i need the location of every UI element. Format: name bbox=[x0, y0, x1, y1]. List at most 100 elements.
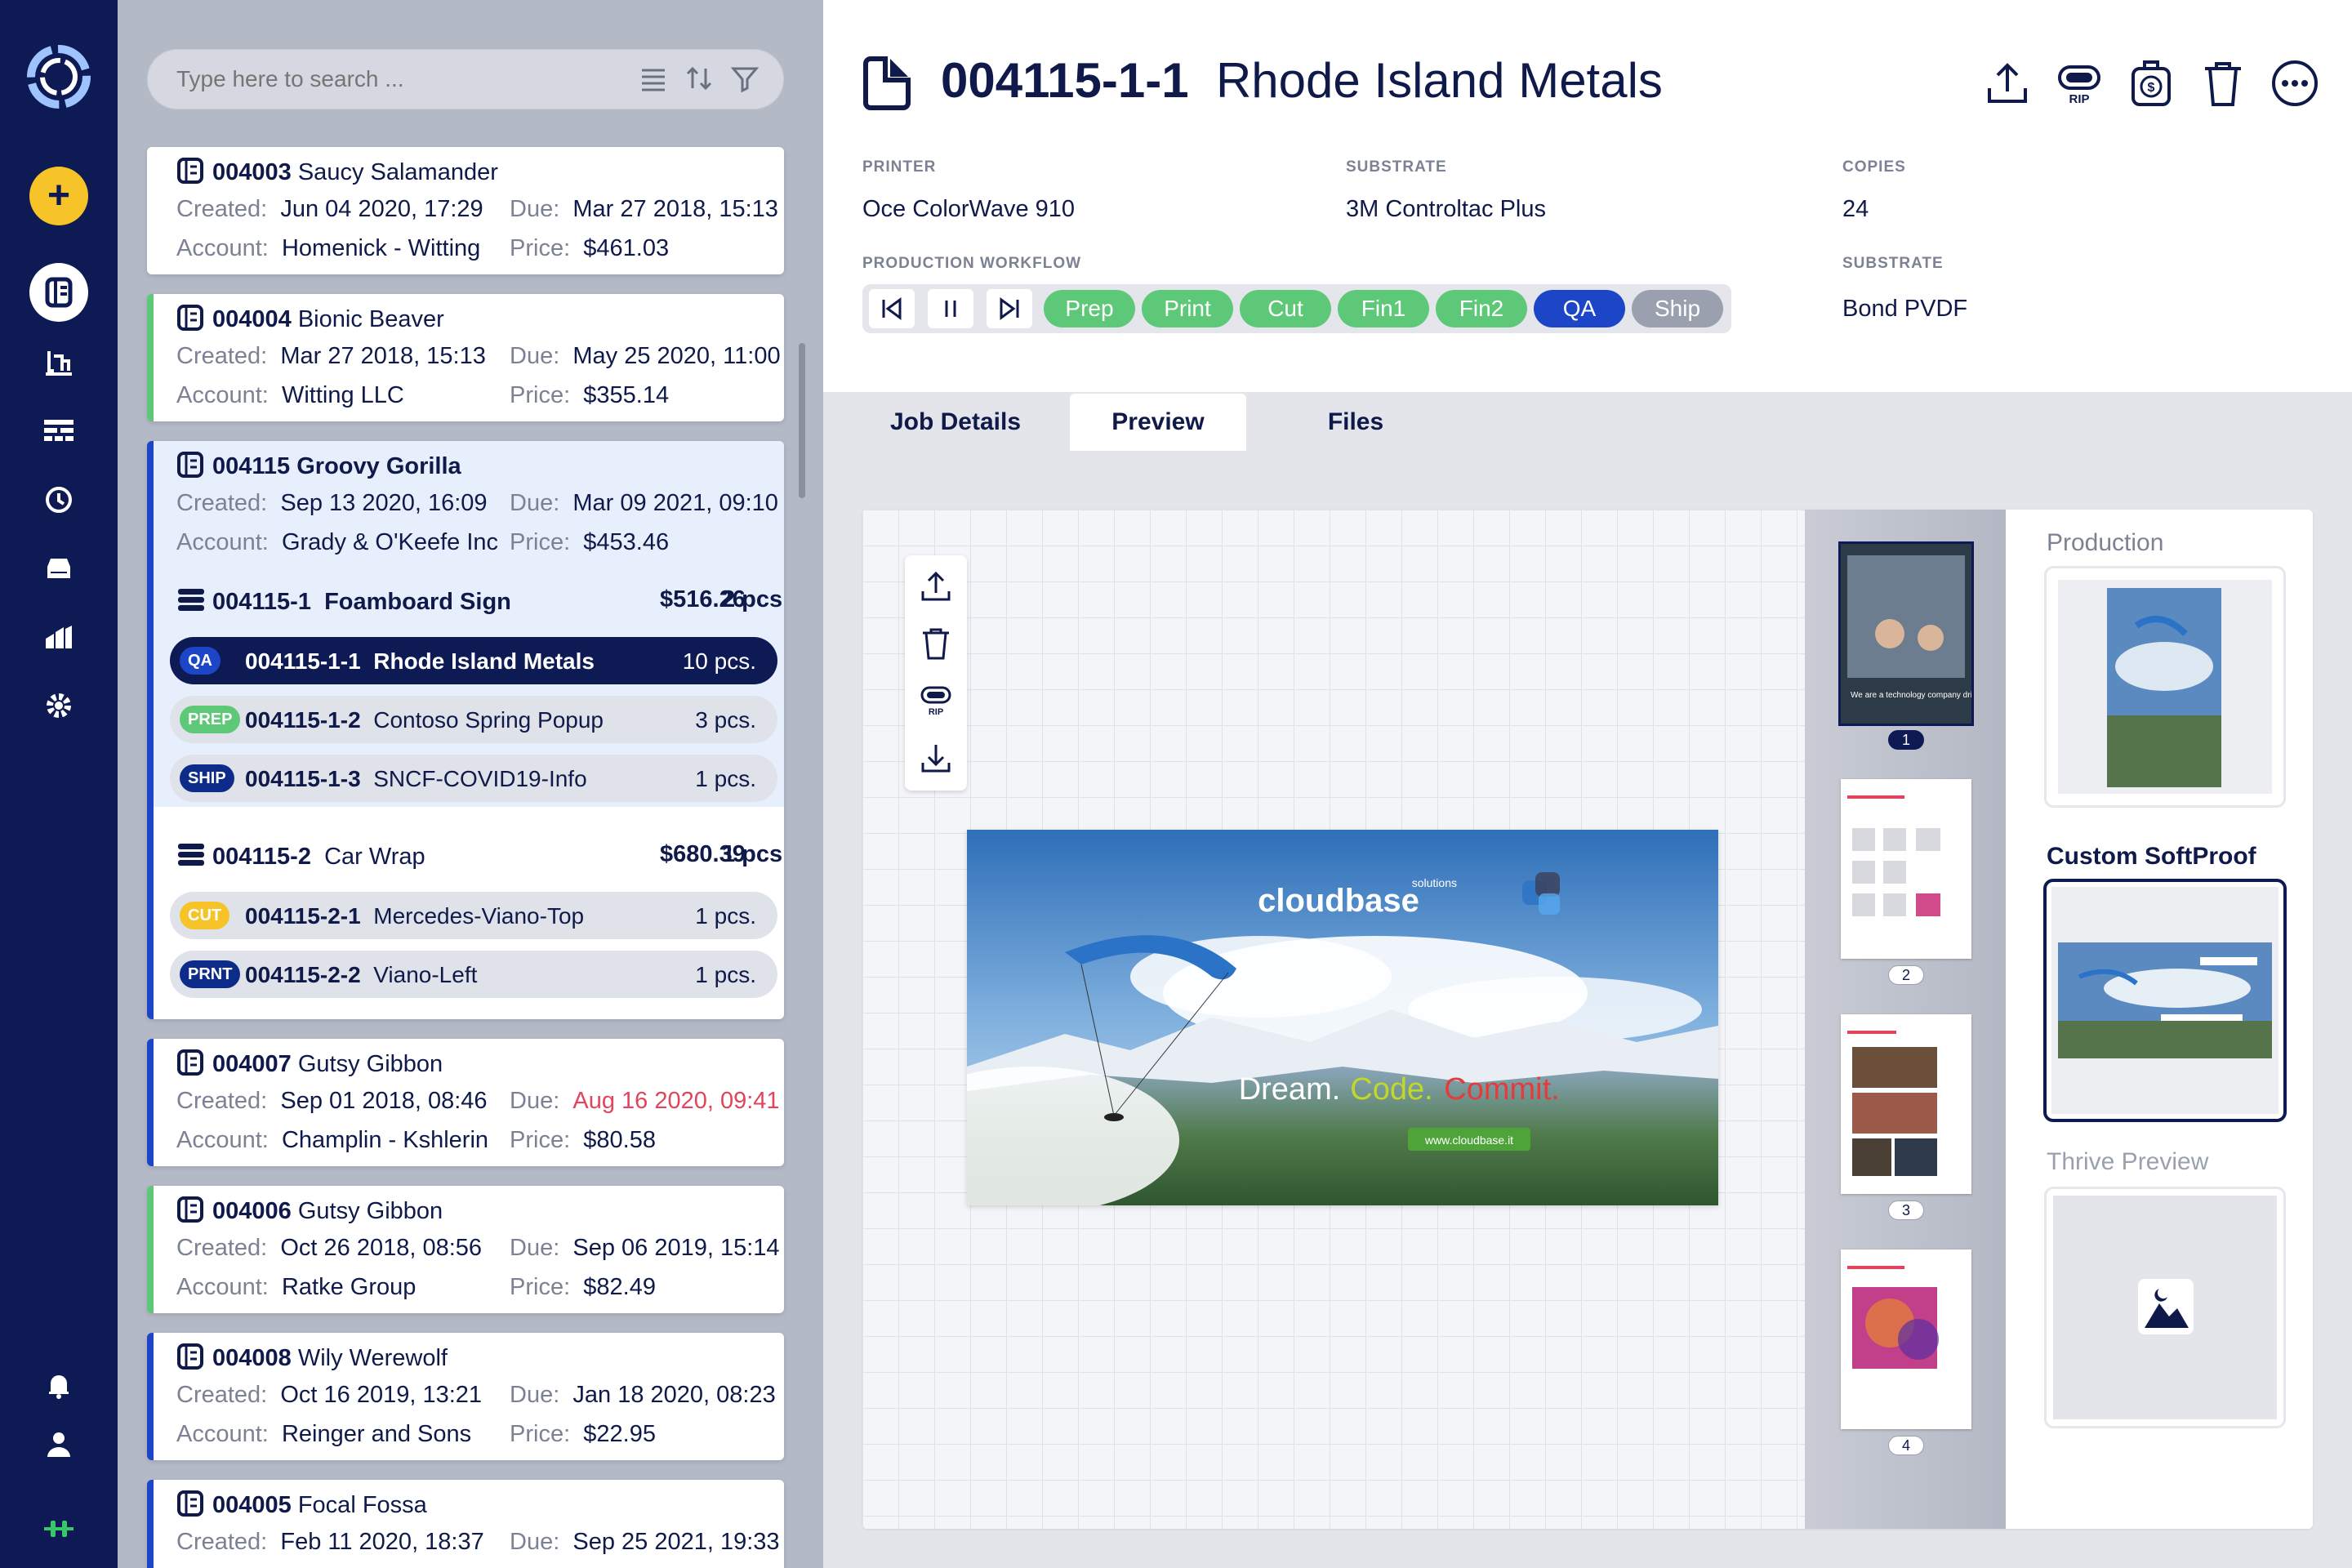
copies-value: 24 bbox=[1842, 196, 1869, 222]
upload-icon[interactable] bbox=[918, 568, 954, 604]
svg-text:$: $ bbox=[2148, 81, 2155, 95]
job-icon bbox=[177, 452, 203, 478]
step-cut[interactable]: Cut bbox=[1240, 290, 1331, 327]
job-name: Gutsy Gibbon bbox=[297, 1198, 443, 1224]
job-icon bbox=[177, 1490, 203, 1517]
job-card[interactable]: 004008 Wily Werewolf Created: Oct 16 201… bbox=[147, 1333, 784, 1460]
tab-files[interactable]: Files bbox=[1274, 394, 1437, 451]
price-icon[interactable]: $ bbox=[2127, 59, 2176, 108]
due-value: May 25 2020, 11:00 bbox=[572, 343, 781, 369]
price-label: Price: bbox=[510, 235, 571, 261]
item-row-selected[interactable]: QA 004115-1-1 Rhode Island Metals 10 pcs… bbox=[170, 637, 777, 684]
banner-brand: cloudbase bbox=[1258, 883, 1419, 919]
canvas-toolbar: RIP bbox=[905, 555, 967, 791]
add-job-button[interactable]: + bbox=[29, 167, 88, 225]
status-badge: PRNT bbox=[180, 960, 241, 988]
tab-job-details[interactable]: Job Details bbox=[882, 394, 1029, 451]
jobs-nav-icon[interactable] bbox=[29, 263, 88, 322]
job-icon bbox=[177, 1196, 203, 1223]
sync-logo-icon[interactable] bbox=[20, 38, 98, 116]
filter-icon[interactable] bbox=[730, 64, 760, 93]
storage-nav-icon[interactable] bbox=[33, 542, 85, 595]
dashboard-nav-icon[interactable] bbox=[33, 405, 85, 457]
list-scrollbar[interactable] bbox=[799, 343, 805, 498]
thrive-preview[interactable] bbox=[2047, 1189, 2283, 1426]
preview-variants: Production Custom SoftProof Thrive Previ… bbox=[2006, 510, 2313, 1529]
rip-label: RIP bbox=[2069, 92, 2089, 106]
item-qty: 1 pcs. bbox=[695, 903, 756, 929]
tab-preview[interactable]: Preview bbox=[1070, 394, 1246, 451]
page-number-2: 2 bbox=[1888, 965, 1924, 985]
skip-back-button[interactable] bbox=[869, 289, 915, 328]
thumb1-caption: We are a technology company driven by pe… bbox=[1851, 691, 1971, 700]
created-label: Created: bbox=[176, 196, 268, 222]
rip-icon[interactable]: RIP bbox=[2055, 59, 2104, 108]
item-id: 004115-2-1 bbox=[245, 903, 361, 929]
pause-button[interactable] bbox=[928, 289, 973, 328]
item-id: 004115-2-2 bbox=[245, 962, 361, 987]
settings-gear-icon[interactable] bbox=[33, 679, 85, 732]
substrate-label: SUBSTRATE bbox=[1346, 158, 1447, 176]
banner-brand-sub: solutions bbox=[1412, 876, 1457, 889]
job-card[interactable]: 004005 Focal Fossa Created: Feb 11 2020,… bbox=[147, 1480, 784, 1568]
brand-logo-icon bbox=[33, 1503, 85, 1555]
step-qa[interactable]: QA bbox=[1534, 290, 1625, 327]
sort-icon[interactable] bbox=[684, 64, 714, 93]
list-view-icon[interactable] bbox=[639, 64, 668, 93]
job-id: 004007 bbox=[212, 1051, 292, 1077]
due-value: Jan 18 2020, 08:23 bbox=[572, 1382, 776, 1408]
upload-icon[interactable] bbox=[1983, 59, 2032, 108]
account-value: Witting LLC bbox=[281, 382, 404, 408]
printers-nav-icon[interactable] bbox=[33, 336, 85, 389]
due-label: Due: bbox=[510, 1088, 560, 1114]
item-row[interactable]: PREP 004115-1-2 Contoso Spring Popup 3 p… bbox=[170, 696, 777, 743]
created-value: Sep 01 2018, 08:46 bbox=[280, 1088, 488, 1114]
job-card[interactable]: 004006 Gutsy Gibbon Created: Oct 26 2018… bbox=[147, 1186, 784, 1313]
delete-icon[interactable] bbox=[2198, 59, 2247, 108]
created-value: Mar 27 2018, 15:13 bbox=[280, 343, 486, 369]
item-row[interactable]: CUT 004115-2-1 Mercedes-Viano-Top 1 pcs. bbox=[170, 892, 777, 939]
delete-icon[interactable] bbox=[918, 626, 954, 662]
due-label: Due: bbox=[510, 490, 560, 516]
item-row[interactable]: PRNT 004115-2-2 Viano-Left 1 pcs. bbox=[170, 951, 777, 998]
account-label: Account: bbox=[176, 235, 269, 261]
custom-softproof-preview[interactable] bbox=[2047, 882, 2283, 1119]
due-label: Due: bbox=[510, 1382, 560, 1408]
notifications-bell-icon[interactable] bbox=[33, 1359, 85, 1411]
skip-forward-button[interactable] bbox=[987, 289, 1032, 328]
profile-user-icon[interactable] bbox=[33, 1418, 85, 1470]
item-row[interactable]: SHIP 004115-1-3 SNCF-COVID19-Info 1 pcs. bbox=[170, 755, 777, 802]
step-prep[interactable]: Prep bbox=[1044, 290, 1135, 327]
job-id: 004008 bbox=[212, 1345, 292, 1371]
job-id: 004003 bbox=[212, 159, 292, 185]
page-number-1: 1 bbox=[1888, 730, 1924, 750]
page-thumb-3[interactable] bbox=[1841, 1014, 1971, 1194]
page-thumb-4[interactable] bbox=[1841, 1250, 1971, 1429]
download-icon[interactable] bbox=[918, 740, 954, 776]
subjob-name: Foamboard Sign bbox=[324, 589, 511, 615]
search-input[interactable] bbox=[175, 49, 616, 109]
account-value: Homenick - Witting bbox=[281, 235, 481, 261]
status-badge: SHIP bbox=[180, 764, 234, 792]
production-preview[interactable] bbox=[2047, 568, 2283, 805]
reports-nav-icon[interactable] bbox=[33, 611, 85, 663]
step-fin2[interactable]: Fin2 bbox=[1436, 290, 1527, 327]
job-card[interactable]: 004004 Bionic Beaver Created: Mar 27 201… bbox=[147, 294, 784, 421]
created-value: Sep 13 2020, 16:09 bbox=[280, 490, 488, 516]
more-icon[interactable] bbox=[2270, 59, 2319, 108]
price-label: Price: bbox=[510, 1274, 571, 1300]
page-thumb-2[interactable] bbox=[1841, 779, 1971, 959]
step-print[interactable]: Print bbox=[1142, 290, 1233, 327]
job-card[interactable]: 004003 Saucy Salamander Created: Jun 04 … bbox=[147, 147, 784, 274]
preview-canvas[interactable]: RIP cloudbase solutions Dream. Code. Com… bbox=[862, 510, 1805, 1529]
step-ship[interactable]: Ship bbox=[1632, 290, 1723, 327]
created-value: Jun 04 2020, 17:29 bbox=[280, 196, 483, 222]
job-card-selected[interactable]: 004115 Groovy Gorilla Created: Sep 13 20… bbox=[154, 441, 784, 570]
step-fin1[interactable]: Fin1 bbox=[1338, 290, 1429, 327]
subjob-id: 004115-2 bbox=[212, 844, 311, 870]
created-label: Created: bbox=[176, 1235, 268, 1261]
rip-icon[interactable]: RIP bbox=[918, 683, 954, 719]
page-thumb-1[interactable]: We are a technology company driven by pe… bbox=[1841, 544, 2023, 724]
job-card[interactable]: 004007 Gutsy Gibbon Created: Sep 01 2018… bbox=[147, 1039, 784, 1166]
history-nav-icon[interactable] bbox=[33, 474, 85, 526]
